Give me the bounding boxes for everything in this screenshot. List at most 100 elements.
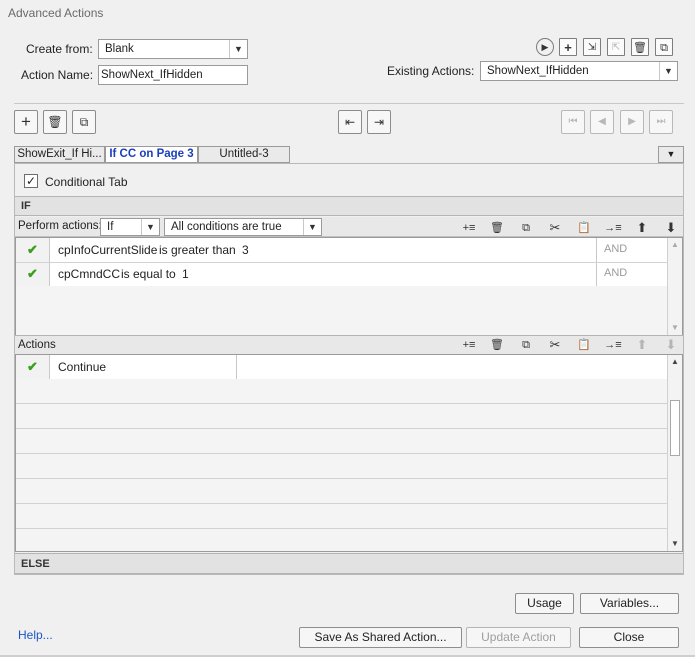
cut-condition-icon[interactable]: ✂ <box>546 219 564 237</box>
variables-button[interactable]: Variables... <box>580 593 679 614</box>
add-condition-icon[interactable]: +≡ <box>460 219 478 237</box>
check-icon: ✔ <box>27 266 38 281</box>
insert-action-row-icon[interactable]: →≡ <box>604 336 622 354</box>
paste-condition-icon[interactable]: 📋 <box>575 219 593 237</box>
conditional-tab-label: Conditional Tab <box>45 175 128 189</box>
condition-value[interactable]: 1 <box>182 267 189 281</box>
conditions-scrollbar[interactable]: ▲ ▼ <box>667 238 682 335</box>
divider <box>14 103 684 104</box>
existing-actions-value: ShowNext_IfHidden <box>487 65 589 77</box>
tab-showexit[interactable]: ShowExit_If Hi... <box>14 146 105 163</box>
copy-action-row-icon[interactable]: ⧉ <box>517 336 535 354</box>
table-row[interactable] <box>16 529 667 551</box>
condition-operator[interactable]: is equal to <box>121 267 176 281</box>
add-tab-button[interactable]: + <box>14 110 38 134</box>
check-icon: ✔ <box>27 359 38 374</box>
create-from-value: Blank <box>105 43 134 55</box>
preview-play-icon[interactable]: ▶ <box>536 38 554 56</box>
tabs-dropdown-button[interactable]: ▼ <box>658 146 684 163</box>
help-link[interactable]: Help... <box>18 628 53 642</box>
table-row[interactable] <box>16 379 667 404</box>
move-tab-right-button[interactable]: ⇥ <box>367 110 391 134</box>
move-down-icon[interactable]: ⬇ <box>662 336 680 354</box>
scroll-up-icon[interactable]: ▲ <box>669 356 681 368</box>
existing-actions-label: Existing Actions: <box>387 64 475 78</box>
move-up-icon[interactable]: ⬆ <box>633 219 651 237</box>
delete-tab-button[interactable]: 🗑 <box>43 110 67 134</box>
copy-condition-icon[interactable]: ⧉ <box>517 219 535 237</box>
if-section-bar: IF <box>15 196 683 216</box>
chevron-down-icon: ▼ <box>229 40 247 58</box>
delete-condition-icon[interactable]: 🗑 <box>488 219 506 237</box>
perform-mode-value: If <box>107 221 114 233</box>
perform-mode-select[interactable]: If ▼ <box>100 218 160 236</box>
action-name-label: Action Name: <box>21 68 94 82</box>
else-section-bar[interactable]: ELSE <box>15 553 683 574</box>
table-row[interactable] <box>16 454 667 479</box>
save-as-shared-action-button[interactable]: Save As Shared Action... <box>299 627 462 648</box>
condition-variable[interactable]: cpCmndCC <box>58 267 120 281</box>
table-row[interactable] <box>16 286 667 311</box>
condition-mode-select[interactable]: All conditions are true ▼ <box>164 218 322 236</box>
duplicate-action-icon[interactable]: ⧉ <box>655 38 673 56</box>
scroll-down-icon[interactable]: ▼ <box>669 322 681 334</box>
cut-action-row-icon[interactable]: ✂ <box>546 336 564 354</box>
close-button[interactable]: Close <box>579 627 679 648</box>
move-tab-left-button[interactable]: ⇤ <box>338 110 362 134</box>
table-row[interactable] <box>16 429 667 454</box>
existing-actions-select[interactable]: ShowNext_IfHidden ▼ <box>480 61 678 81</box>
table-row[interactable]: ✔ cpInfoCurrentSlide is greater than 3 A… <box>16 238 667 263</box>
conditional-tab-checkbox[interactable]: ✓ <box>24 174 38 188</box>
add-action-icon[interactable]: + <box>559 38 577 56</box>
last-tab-button[interactable]: ⏭ <box>649 110 673 134</box>
export-action-icon[interactable]: ⇱ <box>607 38 625 56</box>
table-row[interactable] <box>16 504 667 529</box>
duplicate-tab-button[interactable]: ⧉ <box>72 110 96 134</box>
first-tab-button[interactable]: ⏮ <box>561 110 585 134</box>
tab-untitled-3[interactable]: Untitled-3 <box>198 146 290 163</box>
chevron-down-icon: ▼ <box>141 219 159 235</box>
condition-operator[interactable]: is greater than <box>159 243 236 257</box>
conditions-grid: ✔ cpInfoCurrentSlide is greater than 3 A… <box>15 237 683 336</box>
condition-logic[interactable]: AND <box>604 267 627 279</box>
condition-mode-value: All conditions are true <box>171 221 282 233</box>
import-action-icon[interactable]: ⇲ <box>583 38 601 56</box>
actions-grid: ✔ Continue ▲ ▼ <box>15 354 683 552</box>
condition-logic[interactable]: AND <box>604 243 627 255</box>
scroll-down-icon[interactable]: ▼ <box>669 538 681 550</box>
actions-section-label: Actions <box>18 339 56 351</box>
move-up-icon[interactable]: ⬆ <box>633 336 651 354</box>
else-section-label: ELSE <box>21 558 50 570</box>
delete-action-icon[interactable]: 🗑 <box>631 38 649 56</box>
move-down-icon[interactable]: ⬇ <box>662 219 680 237</box>
create-from-select[interactable]: Blank ▼ <box>98 39 248 59</box>
perform-actions-label: Perform actions: <box>18 220 102 232</box>
action-label[interactable]: Continue <box>58 360 106 374</box>
scroll-thumb[interactable] <box>670 400 680 456</box>
chevron-down-icon: ▼ <box>303 219 321 235</box>
table-row[interactable] <box>16 404 667 429</box>
table-row[interactable]: ✔ Continue <box>16 355 667 380</box>
usage-button[interactable]: Usage <box>515 593 574 614</box>
action-name-field[interactable]: ShowNext_IfHidden <box>98 65 248 85</box>
scroll-up-icon[interactable]: ▲ <box>669 239 681 251</box>
table-row[interactable] <box>16 310 667 335</box>
window-title: Advanced Actions <box>8 6 104 20</box>
prev-tab-button[interactable]: ◀ <box>590 110 614 134</box>
if-section-label: IF <box>21 200 31 212</box>
tab-if-cc-on-page-3[interactable]: If CC on Page 3 <box>105 146 198 163</box>
create-from-label: Create from: <box>26 42 93 56</box>
paste-action-row-icon[interactable]: 📋 <box>575 336 593 354</box>
next-tab-button[interactable]: ▶ <box>620 110 644 134</box>
condition-variable[interactable]: cpInfoCurrentSlide <box>58 243 157 257</box>
chevron-down-icon: ▼ <box>659 62 677 80</box>
condition-value[interactable]: 3 <box>242 243 249 257</box>
actions-scrollbar[interactable]: ▲ ▼ <box>667 355 682 551</box>
insert-condition-icon[interactable]: →≡ <box>604 219 622 237</box>
table-row[interactable]: ✔ cpCmndCC is equal to 1 AND <box>16 262 667 287</box>
add-action-row-icon[interactable]: +≡ <box>460 336 478 354</box>
update-action-button[interactable]: Update Action <box>466 627 571 648</box>
check-icon: ✔ <box>27 242 38 257</box>
table-row[interactable] <box>16 479 667 504</box>
delete-action-row-icon[interactable]: 🗑 <box>488 336 506 354</box>
